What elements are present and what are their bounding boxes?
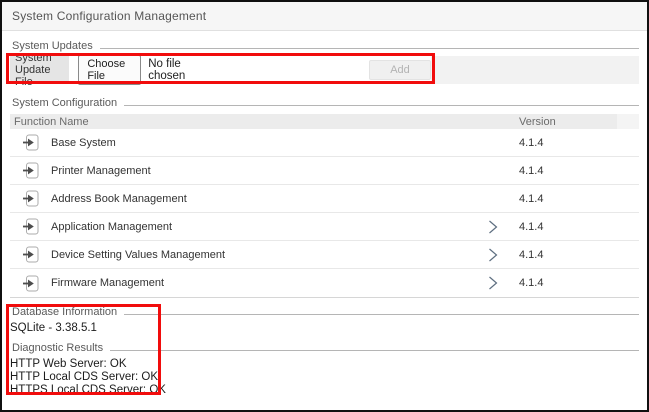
add-button[interactable]: Add [369,60,431,80]
table-row-device-setting-values-management[interactable]: Device Setting Values Management 4.1.4 [10,241,639,269]
function-version: 4.1.4 [519,193,543,205]
system-updates-section-header: System Updates [10,40,639,52]
page-title: System Configuration Management [12,9,206,23]
chevron-right-icon[interactable] [487,248,499,262]
system-updates-label: System Updates [10,40,93,52]
function-version: 4.1.4 [519,277,543,289]
function-name: Address Book Management [51,193,187,205]
function-version: 4.1.4 [519,165,543,177]
table-row-firmware-management[interactable]: Firmware Management 4.1.4 [10,269,639,297]
diagnostic-results-list: HTTP Web Server: OK HTTP Local CDS Serve… [10,358,639,397]
function-name: Device Setting Values Management [51,249,225,261]
function-name: Base System [51,137,116,149]
database-version-text: SQLite - 3.38.5.1 [10,322,639,335]
system-update-file-label: System Update File [10,56,69,84]
column-header-version: Version [519,116,556,128]
system-configuration-label: System Configuration [10,97,117,109]
no-file-chosen-text: No file chosen [148,58,204,82]
add-button-cell: Add [204,56,431,84]
database-information-label: Database Information [10,306,117,318]
table-row-printer-management: Printer Management 4.1.4 [10,157,639,185]
system-configuration-management-window: System Configuration Management System U… [0,0,649,412]
install-file-icon [23,134,39,151]
column-header-function-name: Function Name [10,116,89,128]
page-header: System Configuration Management [2,2,647,31]
choose-file-button[interactable]: Choose File [78,55,141,85]
function-table: Function Name Version Base System 4.1.4 … [10,114,639,298]
install-file-icon [23,162,39,179]
install-file-icon [23,190,39,207]
section-divider [100,48,639,49]
section-divider [124,314,639,315]
function-version: 4.1.4 [519,221,543,233]
diagnostic-results-section-header: Diagnostic Results [10,342,639,354]
function-version: 4.1.4 [519,137,543,149]
database-information-section-header: Database Information [10,306,639,318]
install-file-icon [23,275,39,292]
system-update-file-row: System Update File Choose File No file c… [10,56,639,84]
function-version: 4.1.4 [519,249,543,261]
function-name: Printer Management [51,165,151,177]
table-row-application-management[interactable]: Application Management 4.1.4 [10,213,639,241]
diagnostic-line: HTTPS Local CDS Server: OK [10,384,639,397]
section-divider [124,105,639,106]
function-name: Firmware Management [51,277,164,289]
table-row-base-system: Base System 4.1.4 [10,129,639,157]
diagnostic-line: HTTP Web Server: OK [10,358,639,371]
row-filler [431,56,639,84]
diagnostic-line: HTTP Local CDS Server: OK [10,371,639,384]
file-input-cell: Choose File No file chosen [69,56,204,84]
chevron-right-icon[interactable] [487,276,499,290]
header-stub [617,114,639,129]
install-file-icon [23,218,39,235]
chevron-right-icon[interactable] [487,220,499,234]
table-row-address-book-management: Address Book Management 4.1.4 [10,185,639,213]
table-header: Function Name Version [10,114,639,129]
install-file-icon [23,246,39,263]
system-configuration-section-header: System Configuration [10,97,639,109]
diagnostic-results-label: Diagnostic Results [10,342,103,354]
function-name: Application Management [51,221,172,233]
section-divider [110,350,639,351]
